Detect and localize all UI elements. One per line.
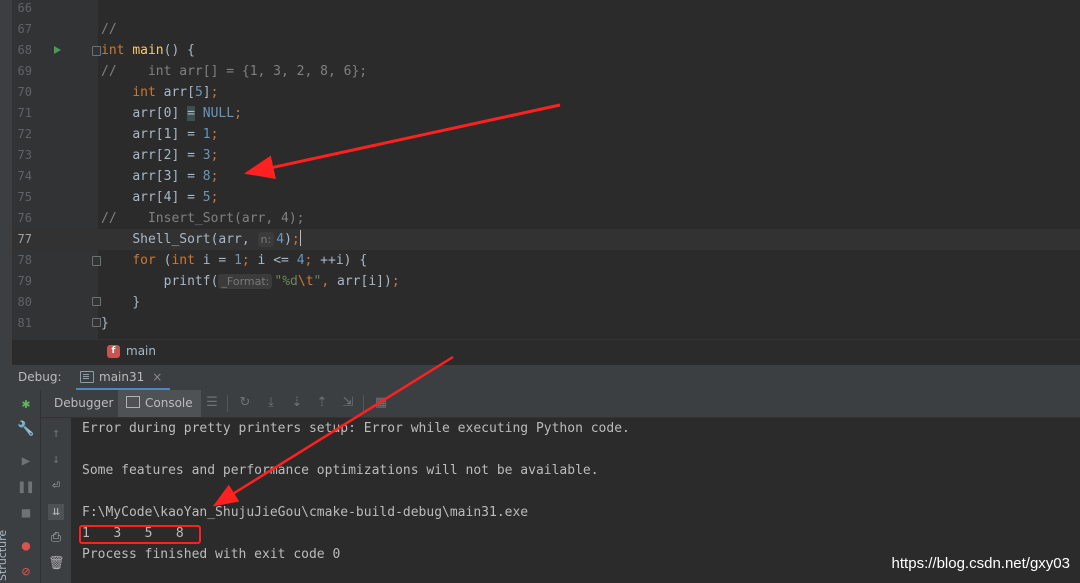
code-line: 68 int main() {	[12, 40, 1080, 61]
line-number: 70	[17, 85, 32, 99]
line-number: 81	[17, 316, 32, 330]
breadcrumb[interactable]: f main	[12, 339, 1080, 364]
fold-marker-icon[interactable]	[92, 46, 101, 56]
console-line: Some features and performance optimizati…	[82, 463, 599, 478]
line-number: 80	[17, 295, 32, 309]
scroll-to-end-icon[interactable]: ⇊	[48, 504, 64, 520]
line-number: 77	[17, 232, 32, 246]
resume-icon[interactable]: ▶	[18, 453, 34, 469]
debug-toolbar: Debugger Console ☰ ↻ ⤓ ⇣ ⇡ ⇲ ▦	[41, 390, 1080, 418]
code-line: 70 int arr[5];	[12, 82, 1080, 103]
mute-breakpoints-icon[interactable]: ⊘	[18, 564, 34, 580]
code-line: 66	[12, 0, 1080, 19]
watermark: https://blog.csdn.net/gxy03	[891, 555, 1070, 572]
comment: // int arr[] = {1, 3, 2, 8, 6};	[101, 64, 368, 79]
print-icon[interactable]: ⎙	[48, 530, 64, 546]
line-number: 72	[17, 127, 32, 141]
fold-marker-icon[interactable]	[92, 256, 101, 266]
debug-tool-window-header: Debug: main31 ×	[12, 364, 1080, 390]
close-icon[interactable]: ×	[152, 370, 162, 384]
parameter-hint: n:	[257, 232, 275, 247]
tab-debugger[interactable]: Debugger	[46, 390, 121, 417]
comment: // Insert_Sort(arr, 4);	[101, 211, 305, 226]
show-execution-point-icon[interactable]: ↻	[237, 395, 253, 411]
scroll-up-icon[interactable]: ↑	[48, 426, 64, 442]
parameter-hint: _Format:	[218, 274, 273, 289]
layout-menu-icon[interactable]: ☰	[204, 395, 220, 411]
code-line: 72 arr[1] = 1;	[12, 124, 1080, 145]
run-to-cursor-icon[interactable]: ⇲	[340, 395, 356, 411]
code-line: 69 // int arr[] = {1, 3, 2, 8, 6};	[12, 61, 1080, 82]
comment: //	[101, 22, 117, 37]
fold-marker-icon[interactable]	[92, 318, 101, 327]
soft-wrap-icon[interactable]: ⏎	[48, 478, 64, 494]
line-number: 69	[17, 64, 32, 78]
breakpoints-icon[interactable]: ●	[18, 538, 34, 554]
pause-icon[interactable]: ❚❚	[18, 479, 35, 495]
code-line: 78 for (int i = 1; i <= 4; ++i) {	[12, 250, 1080, 271]
line-number: 71	[17, 106, 32, 120]
structure-tab[interactable]: Structure	[0, 530, 9, 583]
code-line: 67 //	[12, 19, 1080, 40]
debug-title: Debug:	[18, 370, 62, 384]
run-gutter-icon[interactable]	[54, 46, 61, 54]
highlight-box	[79, 525, 201, 544]
toolbar-separator	[363, 395, 364, 412]
run-config-tab-label: main31	[99, 369, 145, 384]
code-line: 76 // Insert_Sort(arr, 4);	[12, 208, 1080, 229]
text-caret	[299, 230, 301, 246]
evaluate-expression-icon[interactable]: ▦	[373, 395, 389, 411]
trash-icon[interactable]: 🗑	[48, 556, 65, 572]
tab-console[interactable]: Console	[118, 390, 201, 417]
console-line: Process finished with exit code 0	[82, 547, 341, 562]
run-config-tab[interactable]: main31 ×	[76, 365, 171, 390]
function-icon: f	[107, 345, 120, 358]
step-out-icon[interactable]: ⇡	[314, 395, 330, 411]
scroll-down-icon[interactable]: ↓	[48, 452, 64, 468]
debug-actions-bar: ✱ 🔧 ▶ ❚❚ ■ ● ⊘	[12, 390, 41, 583]
current-code-line: 77 Shell_Sort(arr, n: 4);	[12, 229, 1080, 250]
line-number: 73	[17, 148, 32, 162]
step-into-icon[interactable]: ⇣	[289, 395, 305, 411]
wrench-icon[interactable]: 🔧	[17, 421, 34, 437]
line-number: 79	[17, 274, 32, 288]
code-line: 80 }	[12, 292, 1080, 313]
console-line: F:\MyCode\kaoYan_ShujuJieGou\cmake-build…	[82, 505, 529, 520]
toolbar-separator	[227, 395, 228, 412]
code-line: 73 arr[2] = 3;	[12, 145, 1080, 166]
code-line: 75 arr[4] = 5;	[12, 187, 1080, 208]
code-line: 71 arr[0] = NULL;	[12, 103, 1080, 124]
line-number: 78	[17, 253, 32, 267]
line-number: 66	[17, 1, 32, 15]
step-over-icon[interactable]: ⤓	[263, 395, 279, 411]
code-editor[interactable]: 66 67 // 68 int main() { 69 // int arr[]…	[12, 0, 1080, 339]
code-line: 81 }	[12, 313, 1080, 334]
code-line: 74 arr[3] = 8;	[12, 166, 1080, 187]
line-number: 75	[17, 190, 32, 204]
function-name: main	[132, 43, 164, 58]
stop-icon[interactable]: ■	[18, 505, 34, 521]
console-tab-icon	[126, 396, 140, 408]
code-line: 79 printf(_Format: "%d\t", arr[i]);	[12, 271, 1080, 292]
line-number: 68	[17, 43, 32, 57]
console-line: Error during pretty printers setup: Erro…	[82, 421, 630, 436]
breadcrumb-item-main[interactable]: main	[126, 344, 156, 358]
debug-bug-icon[interactable]: ✱	[18, 396, 34, 412]
line-number: 74	[17, 169, 32, 183]
console-icon	[80, 370, 94, 383]
fold-marker-icon[interactable]	[92, 297, 101, 306]
console-actions-bar: ↑ ↓ ⏎ ⇊ ⎙ 🗑	[41, 418, 71, 583]
line-number: 67	[17, 22, 32, 36]
line-number: 76	[17, 211, 32, 225]
